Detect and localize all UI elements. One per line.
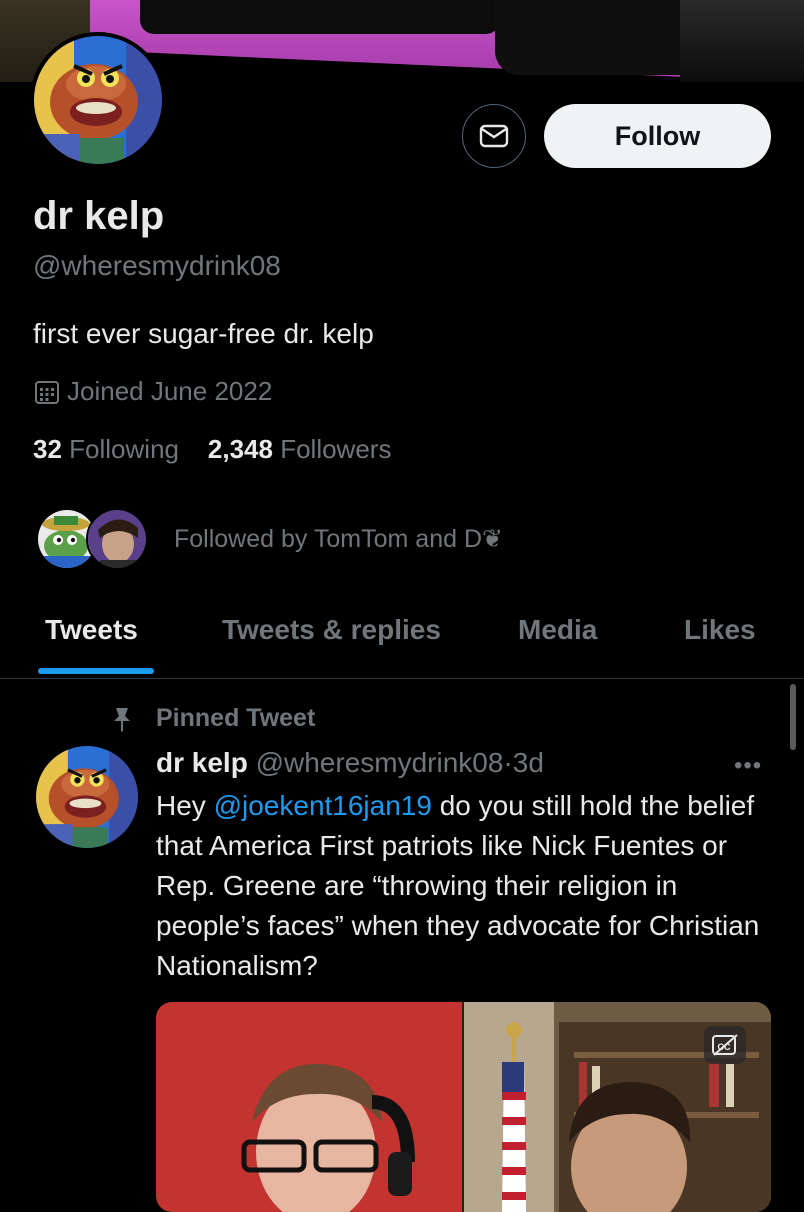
joined-date: Joined June 2022 bbox=[33, 376, 272, 407]
pinned-tweet-text: Pinned Tweet bbox=[156, 704, 316, 732]
tweet-text-start: Hey bbox=[156, 790, 214, 821]
tweet-separator: · bbox=[503, 747, 513, 778]
tab-tweets-and-replies[interactable]: Tweets & replies bbox=[222, 614, 441, 646]
message-button[interactable] bbox=[462, 104, 526, 168]
pinned-tweet-label: Pinned Tweet bbox=[108, 704, 315, 733]
follow-button[interactable]: Follow bbox=[544, 104, 771, 168]
following-count: 32 bbox=[33, 434, 62, 464]
following-label: Following bbox=[69, 434, 179, 464]
tab-tweets[interactable]: Tweets bbox=[45, 614, 138, 646]
banner-dark-shape bbox=[140, 0, 500, 34]
scrollbar[interactable] bbox=[790, 684, 796, 750]
follow-stats: 32 Following 2,348 Followers bbox=[33, 434, 391, 465]
profile-display-name: dr kelp bbox=[33, 194, 165, 238]
profile-tabs: Tweets Tweets & replies Media Likes bbox=[0, 596, 804, 679]
tweet-video[interactable] bbox=[156, 1002, 771, 1212]
tab-likes[interactable]: Likes bbox=[684, 614, 756, 646]
calendar-icon bbox=[35, 380, 59, 404]
fish-cartoon-avatar-image bbox=[34, 36, 162, 164]
followers-link[interactable]: 2,348 Followers bbox=[208, 434, 392, 464]
captions-button[interactable]: CC bbox=[704, 1026, 746, 1064]
tweet-mention-link[interactable]: @joekent16jan19 bbox=[214, 790, 432, 821]
person-with-headphones-image bbox=[241, 1063, 415, 1212]
followed-by-row[interactable]: Followed by TomTom and D❦ bbox=[36, 506, 503, 572]
follower-avatar-person bbox=[86, 508, 148, 570]
pin-icon bbox=[114, 707, 130, 732]
person-avatar-image bbox=[88, 510, 146, 568]
video-left-panel bbox=[156, 1002, 462, 1212]
captions-off-icon: CC bbox=[712, 1034, 738, 1056]
tweet-more-button[interactable]: ••• bbox=[734, 752, 762, 780]
profile-avatar[interactable] bbox=[30, 32, 166, 168]
mail-icon bbox=[479, 124, 509, 148]
followers-label: Followers bbox=[280, 434, 392, 464]
tweet-author-name[interactable]: dr kelp bbox=[156, 747, 248, 778]
tweet-age[interactable]: 3d bbox=[513, 747, 544, 778]
tab-media[interactable]: Media bbox=[518, 614, 597, 646]
tweet-text: Hey @joekent16jan19 do you still hold th… bbox=[156, 786, 776, 986]
profile-handle: @wheresmydrink08 bbox=[33, 250, 281, 281]
active-tab-indicator bbox=[38, 668, 154, 674]
tweet-header: dr kelp @wheresmydrink08·3d bbox=[156, 747, 544, 779]
following-link[interactable]: 32 Following bbox=[33, 434, 179, 464]
profile-bio: first ever sugar-free dr. kelp bbox=[33, 318, 374, 349]
tweet-author-handle[interactable]: @wheresmydrink08 bbox=[256, 747, 504, 778]
followers-count: 2,348 bbox=[207, 434, 273, 464]
fish-cartoon-avatar-image bbox=[36, 746, 138, 848]
followed-by-text: Followed by TomTom and D❦ bbox=[174, 525, 503, 553]
joined-text: Joined June 2022 bbox=[67, 376, 273, 406]
tweet-author-avatar[interactable] bbox=[36, 746, 138, 848]
banner-corner bbox=[680, 0, 804, 82]
